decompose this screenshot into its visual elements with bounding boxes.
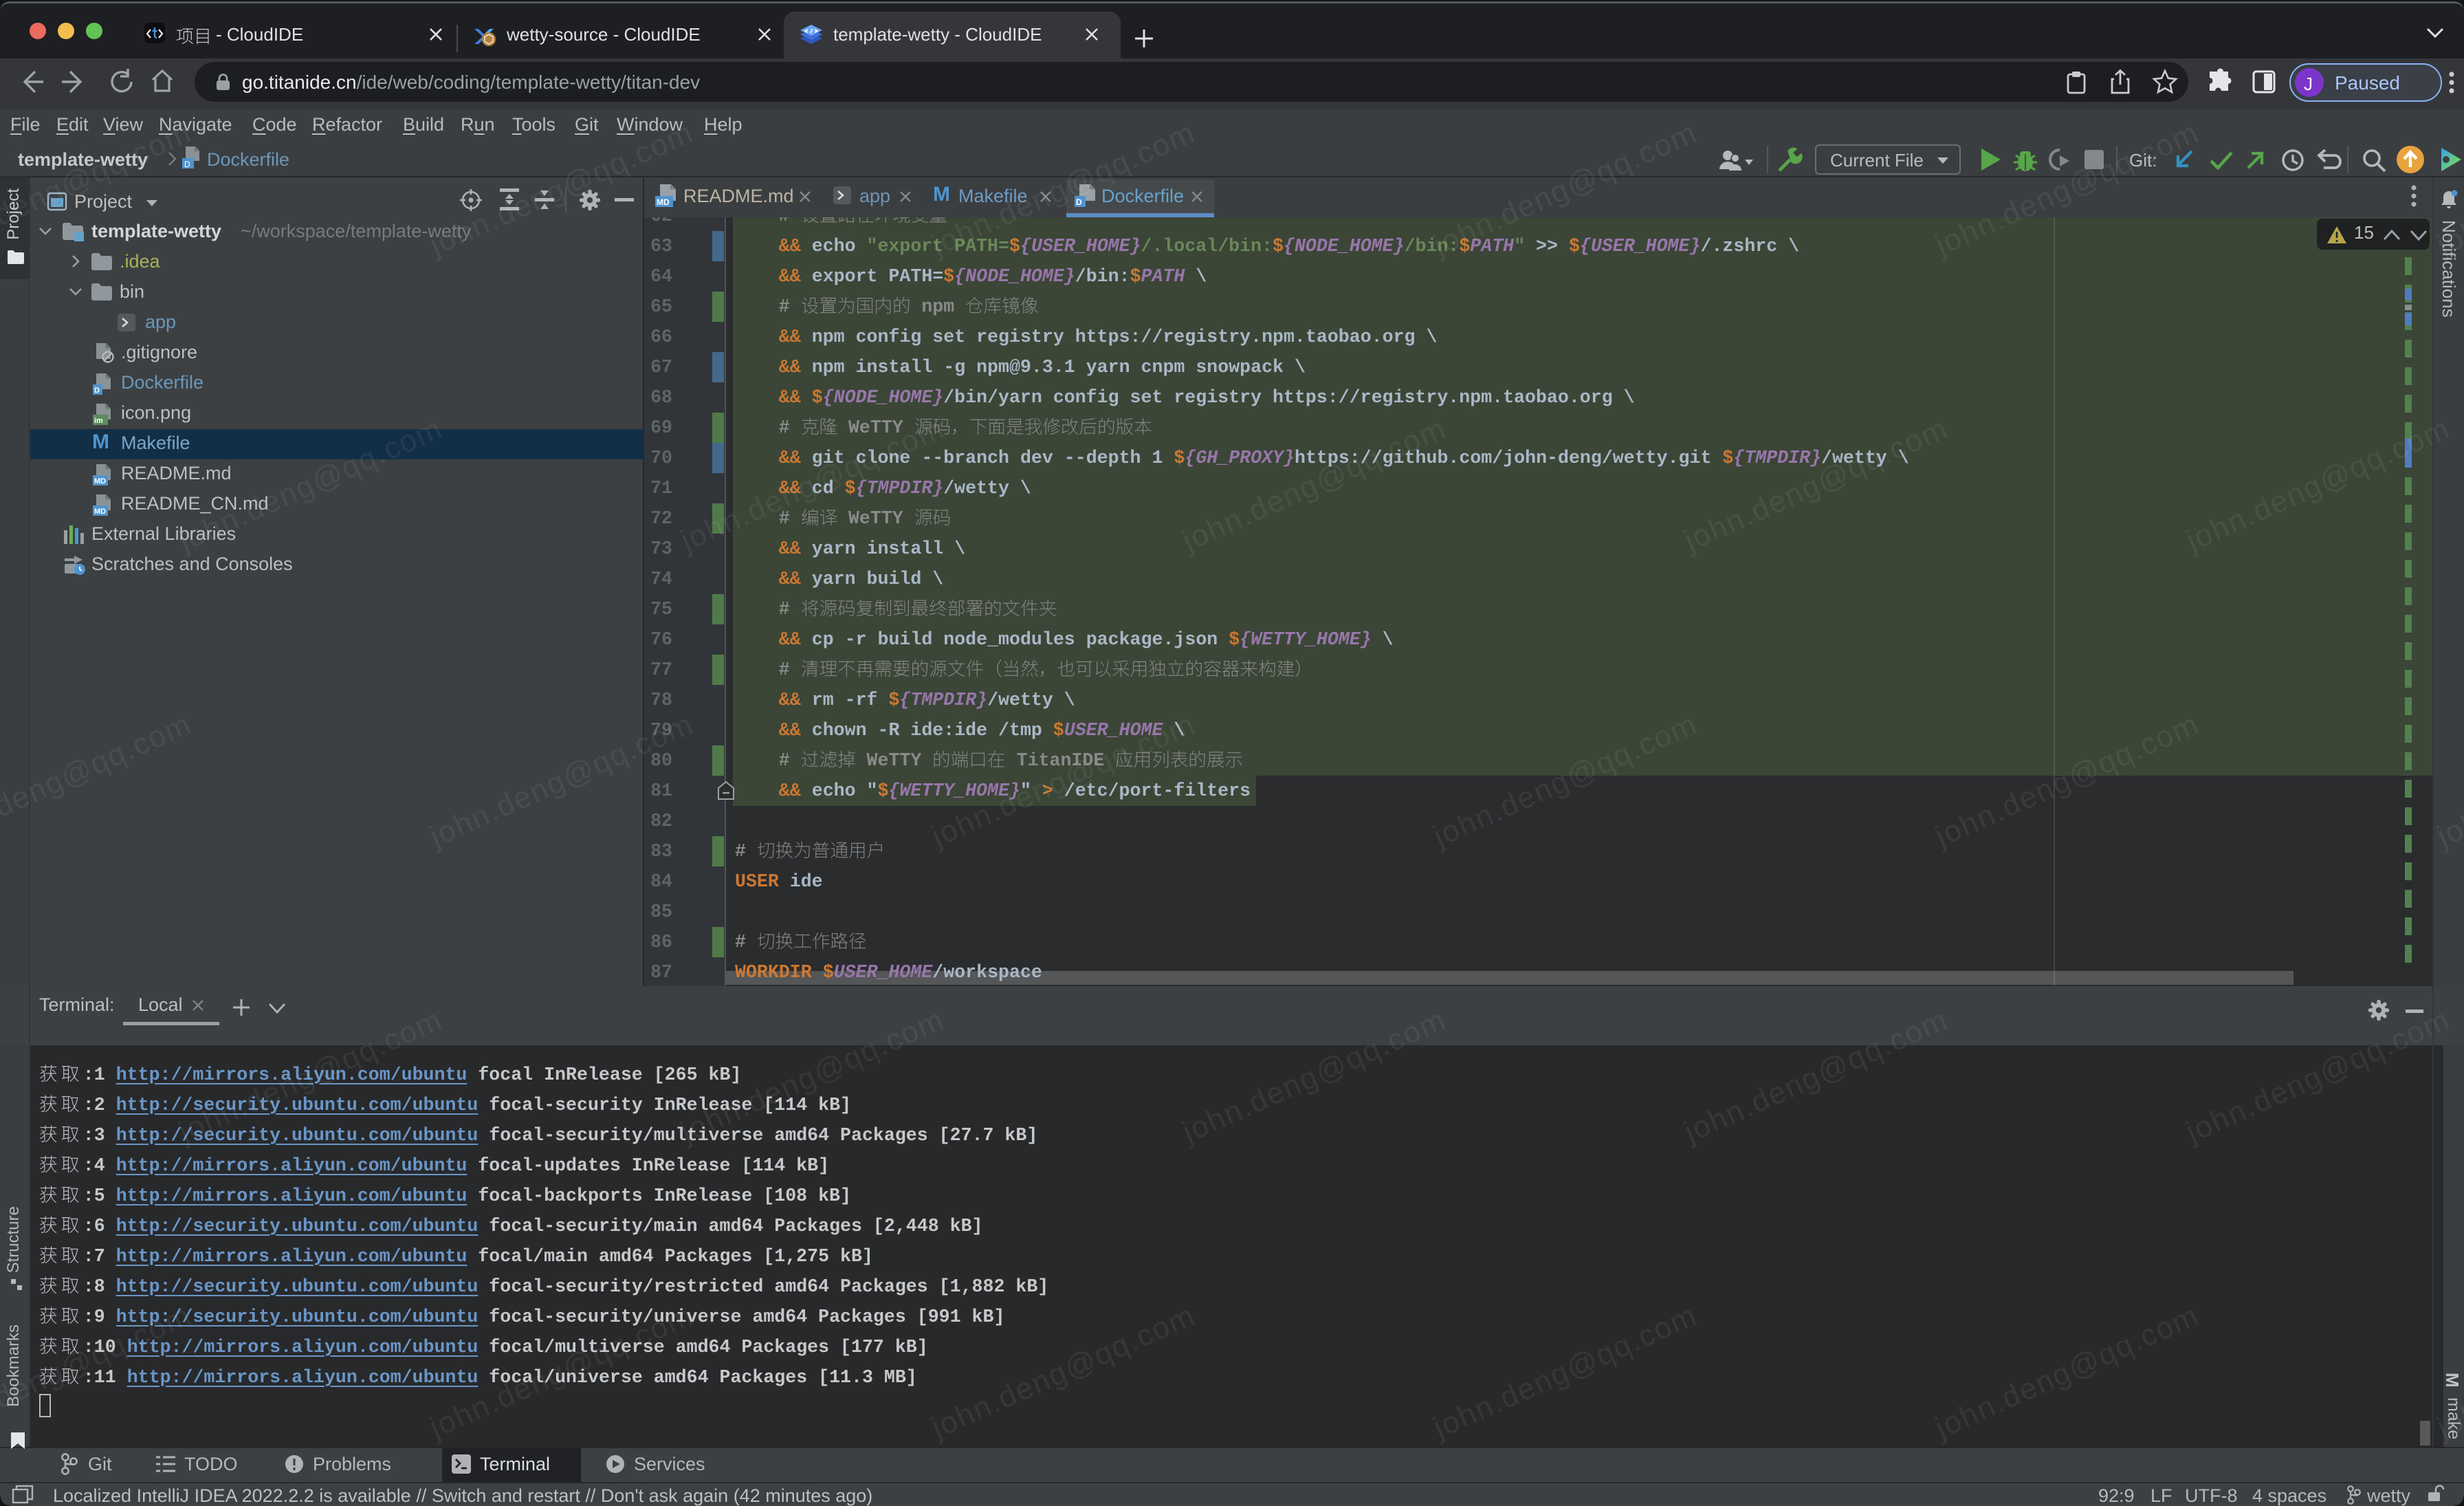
svg-text:MD: MD [94,508,106,516]
svg-text:MD: MD [657,197,670,207]
svg-text:im: im [94,417,103,425]
svg-text:MD: MD [94,477,106,485]
svg-text:D: D [94,386,100,395]
svg-text:M: M [92,430,109,453]
svg-text:D: D [184,160,190,169]
